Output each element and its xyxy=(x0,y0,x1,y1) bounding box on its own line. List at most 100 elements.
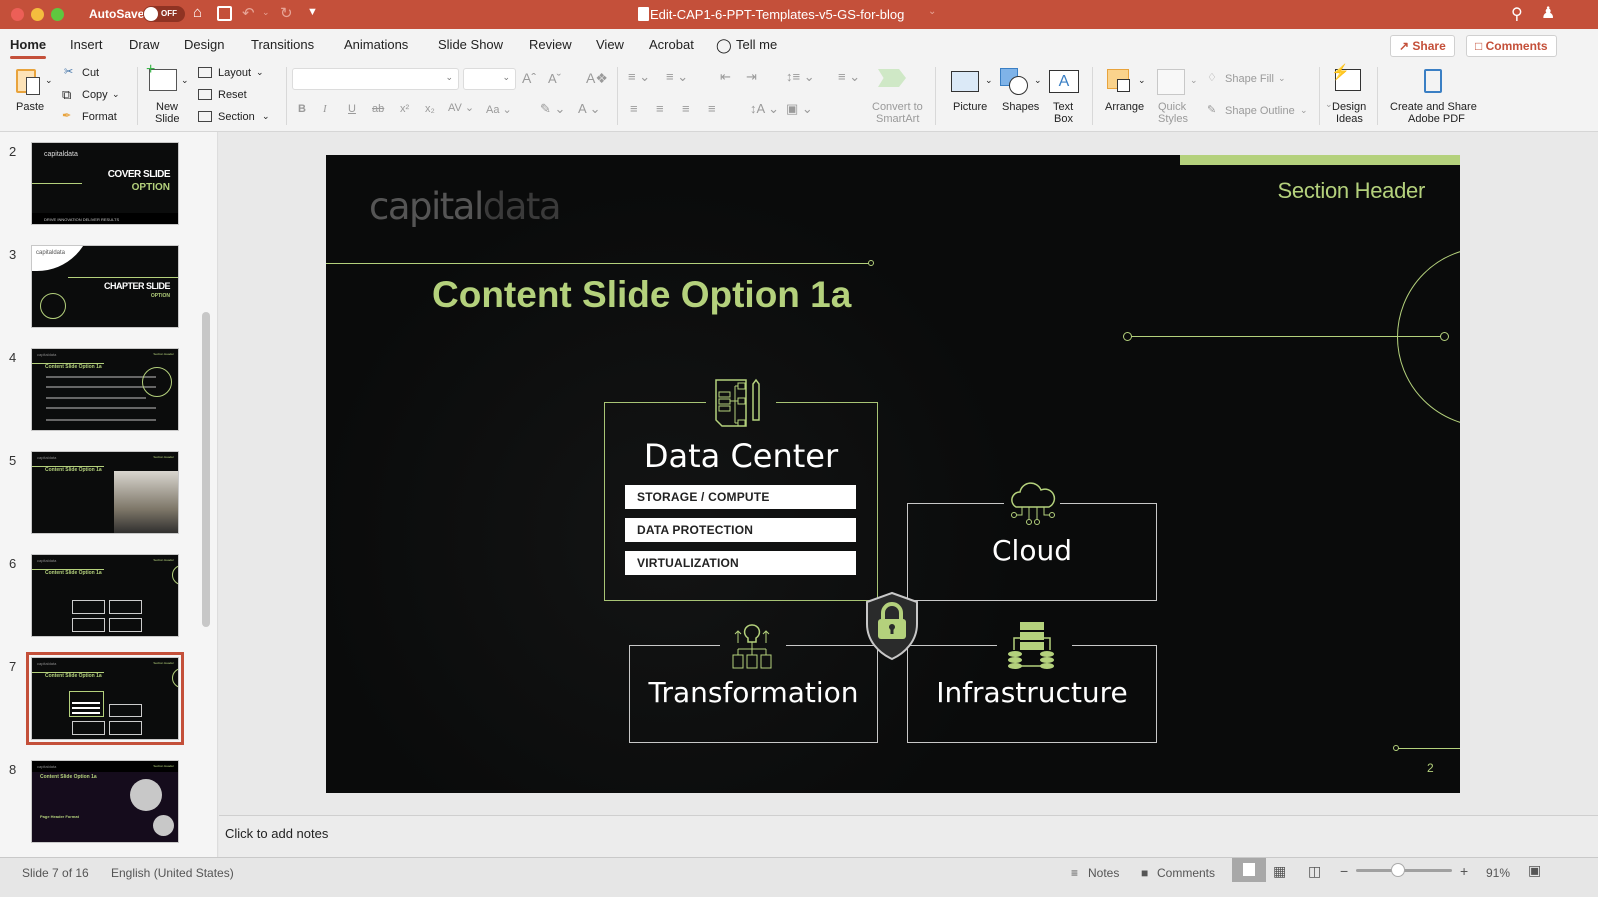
copy-button[interactable]: Copy xyxy=(82,89,108,101)
new-slide-label-2[interactable]: Slide xyxy=(155,113,179,125)
font-name-select[interactable]: ⌄ xyxy=(292,68,459,90)
slide-thumbnail-5[interactable]: capitaldata Section Header Content Slide… xyxy=(31,451,179,534)
strikethrough-icon[interactable]: ab xyxy=(372,103,384,115)
align-center-icon[interactable]: ≡ xyxy=(656,101,664,116)
arrange-dropdown-icon[interactable]: ⌄ xyxy=(1138,75,1146,86)
quick-styles-label-2[interactable]: Styles xyxy=(1158,113,1188,125)
italic-icon[interactable]: I xyxy=(323,103,327,115)
layout-dropdown-icon[interactable]: ⌄ xyxy=(256,67,264,78)
picture-dropdown-icon[interactable]: ⌄ xyxy=(985,75,993,86)
quick-styles-icon[interactable] xyxy=(1157,69,1185,95)
autosave-toggle[interactable]: OFF xyxy=(143,6,185,22)
bold-icon[interactable]: B xyxy=(298,103,306,115)
character-spacing-icon[interactable]: AV ⌄ xyxy=(448,101,474,114)
data-center-item[interactable]: STORAGE / COMPUTE xyxy=(625,485,856,509)
decrease-indent-icon[interactable]: ⇤ xyxy=(720,69,731,85)
notes-placeholder[interactable]: Click to add notes xyxy=(225,826,328,841)
copy-dropdown-icon[interactable]: ⌄ xyxy=(112,89,120,100)
picture-icon[interactable] xyxy=(951,71,979,92)
layout-button[interactable]: Layout xyxy=(218,67,251,79)
share-button[interactable]: ↗ Share xyxy=(1390,35,1455,57)
notes-pane[interactable]: Click to add notes xyxy=(219,815,1598,857)
grow-font-icon[interactable]: Aˆ xyxy=(522,70,536,86)
customize-toolbar-icon[interactable]: ▼ xyxy=(307,6,318,18)
cloud-box[interactable]: Cloud xyxy=(907,482,1157,601)
columns-icon[interactable]: ≡ ⌄ xyxy=(838,69,860,85)
comments-button[interactable]: □ Comments xyxy=(1466,35,1557,57)
title-dropdown-icon[interactable]: ⌄ xyxy=(928,6,936,17)
data-center-item[interactable]: DATA PROTECTION xyxy=(625,518,856,542)
language-status[interactable]: English (United States) xyxy=(111,866,234,880)
text-direction-icon[interactable]: ↕A ⌄ xyxy=(750,101,779,117)
shapes-dropdown-icon[interactable]: ⌄ xyxy=(1034,75,1042,86)
close-window-button[interactable] xyxy=(11,8,24,21)
increase-indent-icon[interactable]: ⇥ xyxy=(746,69,757,85)
data-center-box[interactable]: Data Center STORAGE / COMPUTE DATA PROTE… xyxy=(604,378,878,601)
slide-sorter-view-icon[interactable]: ▦ xyxy=(1273,863,1286,880)
shape-outline-dropdown-icon[interactable]: ⌄ xyxy=(1300,105,1308,116)
minimize-window-button[interactable] xyxy=(31,8,44,21)
align-right-icon[interactable]: ≡ xyxy=(682,101,690,116)
subscript-icon[interactable]: x₂ xyxy=(425,103,435,115)
shape-fill-dropdown-icon[interactable]: ⌄ xyxy=(1278,73,1286,84)
tab-insert[interactable]: Insert xyxy=(70,37,103,52)
current-slide[interactable]: Section Header capitaldata Content Slide… xyxy=(326,155,1460,793)
zoom-in-button[interactable]: + xyxy=(1460,863,1468,879)
section-button[interactable]: Section xyxy=(218,111,255,123)
new-slide-dropdown-icon[interactable]: ⌄ xyxy=(181,75,189,86)
adobe-pdf-label-2[interactable]: Adobe PDF xyxy=(1408,113,1465,125)
convert-smartart-label-1[interactable]: Convert to xyxy=(872,101,923,113)
font-size-select[interactable]: ⌄ xyxy=(463,68,516,90)
convert-smartart-icon[interactable] xyxy=(878,69,906,87)
new-slide-label-1[interactable]: New xyxy=(156,101,178,113)
zoom-slider-handle[interactable] xyxy=(1391,863,1406,877)
shape-fill-button[interactable]: Shape Fill xyxy=(1225,73,1274,85)
tab-home[interactable]: Home xyxy=(10,37,47,59)
font-color-icon[interactable]: A ⌄ xyxy=(578,101,600,117)
section-dropdown-icon[interactable]: ⌄ xyxy=(262,111,270,122)
slide-thumbnail-6[interactable]: capitaldata Section Header Content Slide… xyxy=(31,554,179,637)
tab-review[interactable]: Review xyxy=(529,37,572,52)
align-left-icon[interactable]: ≡ xyxy=(630,101,638,116)
zoom-out-button[interactable]: − xyxy=(1340,863,1348,879)
slide-thumbnail-2[interactable]: capitaldata COVER SLIDE OPTION DRIVE INN… xyxy=(31,142,179,225)
slide-thumbnail-4[interactable]: capitaldata Section Header Content Slide… xyxy=(31,348,179,431)
text-box-label-1[interactable]: Text xyxy=(1053,101,1073,113)
paste-button[interactable]: Paste xyxy=(16,101,44,113)
adobe-pdf-share-icon[interactable] xyxy=(1424,69,1442,93)
infrastructure-box[interactable]: Infrastructure xyxy=(907,622,1157,743)
slide-thumbnail-7[interactable]: capitaldata Section Header Content Slide… xyxy=(26,652,184,745)
tell-me-search[interactable]: Tell me xyxy=(736,37,777,52)
zoom-level[interactable]: 91% xyxy=(1486,866,1510,880)
shapes-button[interactable]: Shapes xyxy=(1002,101,1039,113)
line-spacing-icon[interactable]: ↕≡ ⌄ xyxy=(786,69,815,85)
arrange-button[interactable]: Arrange xyxy=(1105,101,1144,113)
format-painter-button[interactable]: Format xyxy=(82,111,117,123)
picture-button[interactable]: Picture xyxy=(953,101,987,113)
undo-dropdown-icon[interactable]: ⌄ xyxy=(262,7,270,18)
superscript-icon[interactable]: x² xyxy=(400,103,409,115)
design-ideas-label-1[interactable]: Design xyxy=(1332,101,1366,113)
undo-icon[interactable]: ↶ xyxy=(242,4,255,22)
thumbnail-scrollbar[interactable] xyxy=(202,312,210,627)
text-box-label-2[interactable]: Box xyxy=(1054,113,1073,125)
quick-styles-dropdown-icon[interactable]: ⌄ xyxy=(1190,75,1198,86)
comments-toggle-button[interactable]: Comments xyxy=(1157,866,1215,880)
home-icon[interactable]: ⌂ xyxy=(193,4,202,21)
normal-view-button[interactable] xyxy=(1232,858,1266,882)
slide-thumbnail-8[interactable]: capitaldata Section Header Content Slide… xyxy=(31,760,179,843)
shapes-icon[interactable] xyxy=(1009,76,1028,95)
tab-draw[interactable]: Draw xyxy=(129,37,159,52)
underline-icon[interactable]: U xyxy=(348,103,356,115)
data-center-item[interactable]: VIRTUALIZATION xyxy=(625,551,856,575)
justify-icon[interactable]: ≡ xyxy=(708,101,716,116)
change-case-icon[interactable]: Aa ⌄ xyxy=(486,103,512,116)
account-icon[interactable]: ♟ xyxy=(1541,3,1555,23)
adobe-pdf-label-1[interactable]: Create and Share xyxy=(1390,101,1477,113)
bullets-icon[interactable]: ≡ ⌄ xyxy=(628,69,650,85)
redo-icon[interactable]: ↻ xyxy=(280,4,293,22)
quick-styles-label-1[interactable]: Quick xyxy=(1158,101,1186,113)
fit-to-window-icon[interactable]: ▣ xyxy=(1528,862,1541,879)
clear-formatting-icon[interactable]: A❖ xyxy=(586,70,608,87)
transformation-box[interactable]: Transformation xyxy=(629,624,878,743)
